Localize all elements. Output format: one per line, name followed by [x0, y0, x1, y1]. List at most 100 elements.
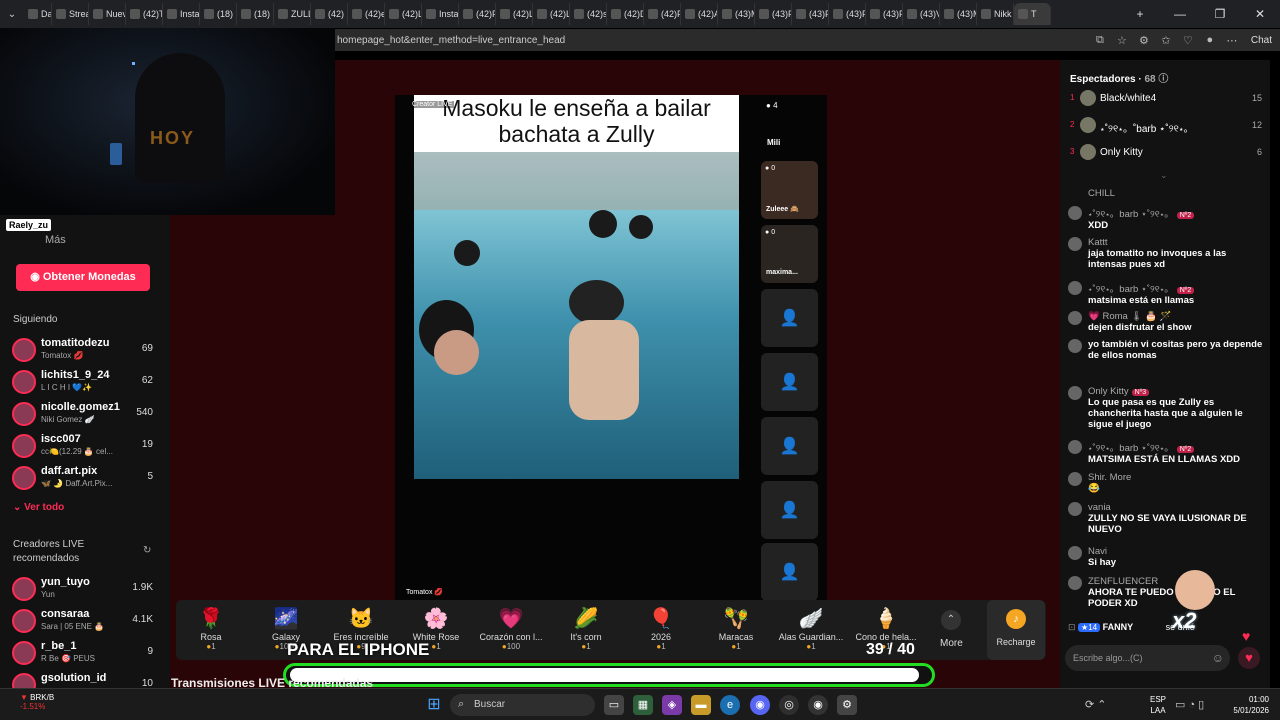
chat-username[interactable]: ⋆˚୨୧⋆。barb ⋆˚୨୧⋆。 — [1088, 284, 1174, 295]
close-window-button[interactable]: ✕ — [1240, 7, 1280, 21]
browser-tab[interactable]: (42) X — [311, 3, 348, 25]
browser-tab[interactable]: T — [1014, 3, 1051, 25]
browser-tab[interactable]: (18) I — [237, 3, 274, 25]
tab-list-chevron-icon[interactable]: ⌄ — [0, 9, 24, 20]
gift-item[interactable]: 🪇 Maracas ●1 — [701, 600, 771, 651]
network-volume-icons[interactable]: ▭ ◔ ▯ — [1175, 698, 1204, 711]
browser-tab[interactable]: (42)F — [644, 3, 681, 25]
minimize-button[interactable]: — — [1160, 7, 1200, 21]
like-heart-button[interactable]: ♥ — [1238, 647, 1260, 669]
address-bar[interactable]: homepage_hot&enter_method=live_entrance_… — [335, 29, 1280, 51]
emoji-icon[interactable]: ☺ — [1212, 651, 1224, 665]
chat-username[interactable]: CHILL — [1088, 188, 1115, 199]
store-icon[interactable]: ▦ — [633, 695, 653, 715]
discord-icon[interactable]: ◉ — [750, 695, 770, 715]
creator-row[interactable]: tomatitodezu Tomatox 💋 69 — [12, 336, 157, 364]
creator-row[interactable]: lichits1_9_24 L I C H I 💙✨ 62 — [12, 368, 157, 396]
task-view-icon[interactable]: ▭ — [604, 695, 624, 715]
clock[interactable]: 01:00 5/01/2026 — [1214, 694, 1269, 716]
copilot-chat-button[interactable]: Chat — [1243, 35, 1280, 46]
browser-tab[interactable]: (43)F — [755, 3, 792, 25]
browser-tab[interactable]: (42)F — [459, 3, 496, 25]
chat-username[interactable]: ⋆˚୨୧⋆。barb ⋆˚୨୧⋆。 — [1088, 443, 1174, 454]
top-viewer-row[interactable]: 1 Black/white4 15 — [1070, 90, 1262, 108]
obs-icon[interactable]: ◉ — [808, 695, 828, 715]
maximize-button[interactable]: ❐ — [1200, 7, 1240, 21]
browser-tab[interactable]: Insta — [422, 3, 459, 25]
chat-username[interactable]: Only Kitty — [1088, 386, 1129, 397]
creator-row[interactable]: consaraa Sara | 05 ENE 🎂 4.1K — [12, 607, 157, 635]
edge-icon[interactable]: e — [720, 695, 740, 715]
more-link[interactable]: Más — [45, 234, 66, 246]
gift-item[interactable]: 🪽 Alas Guardian... ●1 — [776, 600, 846, 651]
refresh-icon[interactable]: ↻ — [143, 545, 151, 556]
system-tray-icons[interactable]: ⟳ ⌃ — [1085, 698, 1107, 711]
copilot-icon[interactable]: ◈ — [662, 695, 682, 715]
profile-icon[interactable]: ● — [1199, 34, 1221, 46]
chat-username[interactable]: vania — [1088, 502, 1111, 513]
browser-tab[interactable]: (43)F — [866, 3, 903, 25]
browser-tab[interactable]: (42)s — [570, 3, 607, 25]
browser-tab[interactable]: Dash — [24, 3, 52, 25]
browser-tab[interactable]: (42)D — [607, 3, 644, 25]
guest-name-mili[interactable]: Mili — [767, 138, 780, 147]
browser-tab[interactable]: (43)M — [718, 3, 755, 25]
browser-tab[interactable]: (42)L — [385, 3, 422, 25]
browser-tab[interactable]: Nuev — [89, 3, 126, 25]
chat-username[interactable]: Kattt — [1088, 237, 1108, 248]
favorite-star-icon[interactable]: ☆ — [1111, 34, 1133, 47]
creator-row[interactable]: nicolle.gomez1 Niki Gomez 🪽 540 — [12, 400, 157, 428]
empty-guest-slot[interactable]: 👤 — [761, 417, 818, 475]
browser-tab[interactable]: (42)e — [348, 3, 385, 25]
browser-tab[interactable]: ZULL — [274, 3, 311, 25]
browser-tab[interactable]: (43)M — [940, 3, 977, 25]
settings-icon[interactable]: ⚙ — [837, 695, 857, 715]
browser-tab[interactable]: (42)L — [496, 3, 533, 25]
empty-guest-slot[interactable]: 👤 — [761, 481, 818, 539]
stock-ticker[interactable]: ▼ BRK/B -1.51% — [20, 693, 54, 711]
browser-tab[interactable]: Nikk — [977, 3, 1014, 25]
favorites-icon[interactable]: ✩ — [1155, 34, 1177, 47]
chat-username[interactable]: ⋆˚୨୧⋆。barb ⋆˚୨୧⋆。 — [1088, 209, 1174, 220]
creator-row[interactable]: daff.art.pix 🦋 🌛 Daff.Art.Pix... 5 — [12, 464, 157, 492]
see-all-link[interactable]: ⌄ Ver todo — [13, 502, 64, 513]
top-viewer-row[interactable]: 2 ⋆˚୨୧⋆。˚barb ⋆˚୨୧⋆。 12 — [1070, 117, 1262, 135]
browser-essentials-icon[interactable]: ♡ — [1177, 34, 1199, 47]
top-viewer-row[interactable]: 3 Only Kitty 6 — [1070, 144, 1262, 162]
recharge-button[interactable]: ♪ Recharge — [987, 600, 1045, 660]
gift-item[interactable]: 💗 Corazón con l... ●100 — [476, 600, 546, 651]
taskbar-search[interactable]: ⌕ Buscar — [450, 694, 595, 716]
browser-tab[interactable]: (43)F — [829, 3, 866, 25]
guest-slot[interactable]: ● 0 Zuleee 🙈 — [761, 161, 818, 219]
file-explorer-icon[interactable]: ▬ — [691, 695, 711, 715]
more-menu-icon[interactable]: ⋯ — [1221, 34, 1243, 47]
chat-username[interactable]: Shir. More — [1088, 472, 1131, 483]
browser-tab[interactable]: (42)L — [533, 3, 570, 25]
browser-tab[interactable]: (18) I — [200, 3, 237, 25]
chevron-down-icon[interactable]: ⌄ — [1160, 170, 1168, 181]
get-coins-button[interactable]: ◉ Obtener Monedas — [16, 264, 150, 291]
chat-input[interactable]: Escribe algo...(C) ☺ — [1065, 645, 1230, 671]
creator-row[interactable]: r_be_1 R Be 🎯 PEUS 9 — [12, 639, 157, 667]
language-indicator[interactable]: ESP LAA — [1150, 694, 1166, 716]
empty-guest-slot[interactable]: 👤 — [761, 353, 818, 411]
creator-row[interactable]: yun_tuyo Yun 1.9K — [12, 575, 157, 603]
extensions-icon[interactable]: ⚙ — [1133, 34, 1155, 47]
start-icon[interactable]: ⊞ — [424, 695, 444, 715]
chevron-up-icon[interactable]: ⌃ — [941, 610, 961, 630]
gift-item[interactable]: 🎈 2026 ●1 — [626, 600, 696, 651]
empty-guest-slot[interactable]: 👤 — [761, 289, 818, 347]
browser-tab[interactable]: (43)F — [792, 3, 829, 25]
new-tab-button[interactable]: + — [1120, 7, 1160, 21]
empty-guest-slot[interactable]: 👤 — [761, 543, 818, 601]
browser-tab[interactable]: Strea — [52, 3, 89, 25]
open-app-icon[interactable]: ⧉ — [1089, 34, 1111, 47]
browser-tab[interactable]: (42)A — [681, 3, 718, 25]
chat-username[interactable]: ZENFLUENCER — [1088, 576, 1158, 587]
guest-slot[interactable]: ● 0 maxima... — [761, 225, 818, 283]
chat-username[interactable]: Navi — [1088, 546, 1107, 557]
browser-tab[interactable]: (42)T — [126, 3, 163, 25]
app-icon[interactable]: ◎ — [779, 695, 799, 715]
url-text[interactable]: homepage_hot&enter_method=live_entrance_… — [337, 35, 1089, 46]
gift-item[interactable]: 🌽 It's corn ●1 — [551, 600, 621, 651]
